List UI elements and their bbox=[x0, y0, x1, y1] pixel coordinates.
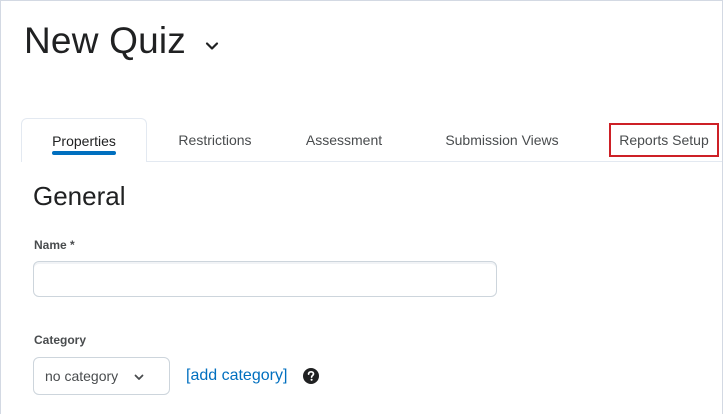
category-select[interactable]: no category bbox=[33, 357, 170, 395]
quiz-editor-panel: New Quiz Properties Restrictions Assessm… bbox=[0, 0, 723, 414]
tab-label: Submission Views bbox=[445, 131, 559, 148]
name-input[interactable] bbox=[33, 261, 497, 297]
tab-restrictions[interactable]: Restrictions bbox=[163, 118, 267, 161]
tab-properties[interactable]: Properties bbox=[21, 118, 147, 162]
category-row: no category [add category] bbox=[33, 357, 320, 395]
active-tab-indicator bbox=[52, 151, 116, 155]
tab-bar: Properties Restrictions Assessment Submi… bbox=[21, 118, 722, 162]
page-title: New Quiz bbox=[24, 20, 186, 61]
tab-label: Reports Setup bbox=[619, 132, 709, 148]
tab-label: Properties bbox=[52, 132, 116, 149]
title-row: New Quiz bbox=[24, 18, 220, 64]
section-heading: General bbox=[33, 181, 126, 211]
add-category-link[interactable]: [add category] bbox=[186, 367, 287, 385]
category-field-label: Category bbox=[34, 333, 87, 347]
question-circle-icon[interactable] bbox=[303, 368, 320, 384]
tab-submission-views[interactable]: Submission Views bbox=[429, 118, 575, 161]
tab-label: Assessment bbox=[305, 131, 383, 148]
chevron-down-icon[interactable] bbox=[204, 38, 220, 54]
tab-label: Restrictions bbox=[178, 131, 252, 148]
name-field-label: Name * bbox=[34, 238, 75, 252]
category-select-value: no category bbox=[45, 368, 119, 384]
tab-assessment[interactable]: Assessment bbox=[289, 118, 399, 161]
chevron-down-icon bbox=[133, 370, 145, 382]
tab-reports-setup[interactable]: Reports Setup bbox=[609, 123, 719, 157]
